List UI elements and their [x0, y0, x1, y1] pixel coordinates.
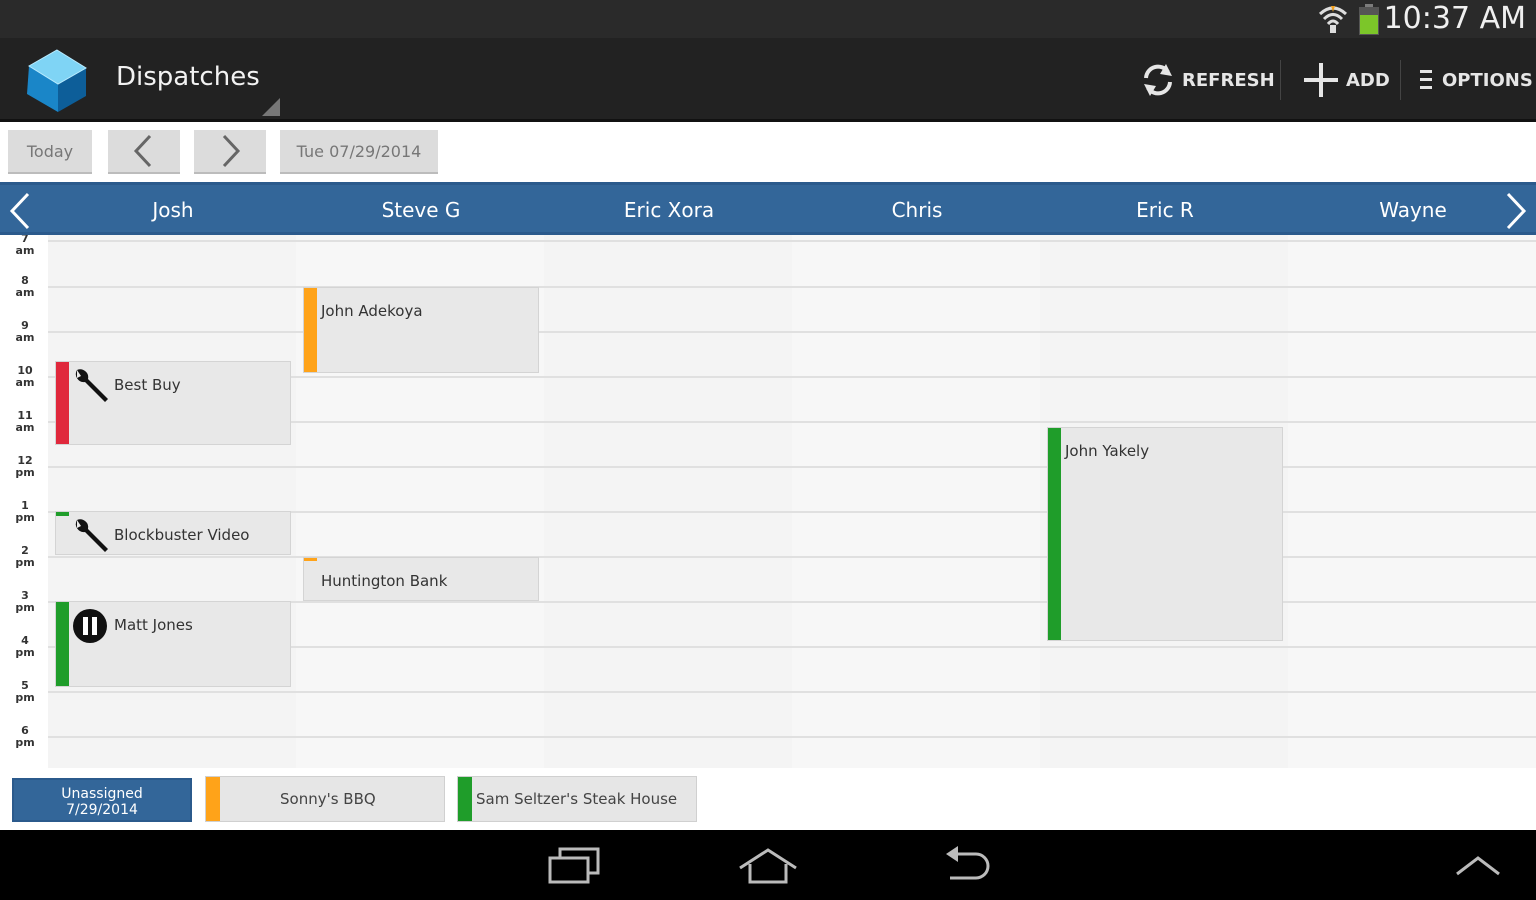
- column-josh[interactable]: [48, 235, 296, 768]
- appointment-huntington-bank[interactable]: Huntington Bank: [303, 557, 539, 601]
- appointment-label: Blockbuster Video: [114, 526, 250, 544]
- time-label: 3 pm: [15, 589, 35, 614]
- status-bar-orange: [304, 558, 317, 561]
- divider: [1280, 60, 1281, 100]
- unassigned-label: Unassigned: [61, 786, 143, 802]
- refresh-button[interactable]: REFRESH: [1140, 56, 1275, 104]
- unassigned-bar: Unassigned 7/29/2014 Sonny's BBQ Sam Sel…: [0, 768, 1536, 830]
- menu-icon: [1420, 70, 1432, 89]
- refresh-label: REFRESH: [1182, 69, 1275, 91]
- status-bar-orange: [206, 777, 220, 821]
- add-label: ADD: [1346, 69, 1390, 91]
- clock: 10:37 AM: [1383, 1, 1526, 36]
- recent-apps-icon: [548, 847, 600, 884]
- unassigned-item-label: Sonny's BBQ: [280, 790, 376, 808]
- hour-line: [48, 736, 1536, 738]
- status-bar-orange: [304, 288, 317, 372]
- time-label: 2 pm: [15, 544, 35, 569]
- time-label: 6 pm: [15, 724, 35, 749]
- appointment-label: Best Buy: [114, 376, 181, 394]
- appointment-john-yakely[interactable]: John Yakely: [1047, 427, 1283, 641]
- plus-icon: [1304, 63, 1338, 97]
- chevron-left-icon: [133, 134, 152, 168]
- time-label: 12 pm: [15, 454, 35, 479]
- time-label: 4 pm: [15, 634, 35, 659]
- status-bar-green: [56, 512, 69, 516]
- hour-line: [48, 691, 1536, 693]
- appointment-label: John Yakely: [1065, 442, 1150, 460]
- time-label: 5 pm: [15, 679, 35, 704]
- appointment-label: Matt Jones: [114, 616, 193, 634]
- appointment-blockbuster-video[interactable]: Blockbuster Video: [55, 511, 291, 555]
- pause-icon: [73, 609, 107, 643]
- appointment-matt-jones[interactable]: Matt Jones: [55, 601, 291, 687]
- time-label: 11 am: [15, 409, 35, 434]
- scroll-right-icon[interactable]: [1502, 191, 1530, 231]
- status-bar-green: [56, 602, 69, 686]
- tech-header-josh[interactable]: Josh: [48, 185, 298, 235]
- today-button[interactable]: Today: [8, 130, 92, 174]
- tech-header-eric-r[interactable]: Eric R: [1040, 185, 1290, 235]
- status-bar: 10:37 AM: [0, 0, 1536, 38]
- status-bar-green: [458, 777, 472, 821]
- back-icon: [946, 846, 990, 880]
- recent-apps-button[interactable]: [534, 840, 614, 892]
- column-chris[interactable]: [792, 235, 1040, 768]
- options-label: OPTIONS: [1442, 69, 1533, 91]
- add-button[interactable]: ADD: [1302, 56, 1390, 104]
- divider: [1400, 60, 1401, 100]
- scroll-left-icon[interactable]: [6, 191, 34, 231]
- home-icon: [739, 848, 797, 884]
- time-label: 1 pm: [15, 499, 35, 524]
- unassigned-date: 7/29/2014: [66, 802, 138, 818]
- refresh-icon: [1144, 64, 1172, 96]
- column-eric-xora[interactable]: [544, 235, 792, 768]
- unassigned-item-sonnys-bbq[interactable]: Sonny's BBQ: [205, 776, 445, 822]
- column-wayne[interactable]: [1288, 235, 1536, 768]
- unassigned-item-sam-seltzers[interactable]: Sam Seltzer's Steak House: [457, 776, 697, 822]
- tech-header-wayne[interactable]: Wayne: [1288, 185, 1536, 235]
- schedule-grid[interactable]: 7 am 8 am 9 am 10 am 11 am 12 pm 1 pm 2 pm 3 pm 4…: [0, 235, 1536, 768]
- tech-header-chris[interactable]: Chris: [792, 185, 1042, 235]
- app-logo-icon[interactable]: [22, 44, 92, 116]
- chevron-right-icon: [222, 134, 241, 168]
- title-dropdown-indicator: [262, 98, 280, 116]
- hour-line: [48, 556, 1536, 558]
- hour-line: [48, 331, 1536, 333]
- battery-icon: [1359, 4, 1379, 35]
- wrench-icon: [75, 519, 108, 552]
- page-title[interactable]: Dispatches: [116, 62, 260, 92]
- status-bar-red: [56, 362, 69, 444]
- appointment-john-adekoya[interactable]: John Adekoya: [303, 287, 539, 373]
- wifi-icon: [1318, 6, 1348, 33]
- previous-day-button[interactable]: [108, 130, 180, 174]
- wrench-icon: [75, 369, 108, 402]
- tech-header-steve-g[interactable]: Steve G: [296, 185, 546, 235]
- home-button[interactable]: [728, 840, 808, 892]
- unassigned-item-label: Sam Seltzer's Steak House: [476, 790, 678, 808]
- options-button[interactable]: OPTIONS: [1416, 56, 1533, 104]
- tech-header-eric-xora[interactable]: Eric Xora: [544, 185, 794, 235]
- system-nav-bar: [0, 830, 1536, 900]
- hour-line: [48, 286, 1536, 288]
- date-picker-button[interactable]: Tue 07/29/2014: [280, 130, 438, 174]
- appointment-label: John Adekoya: [321, 302, 423, 320]
- appointment-best-buy[interactable]: Best Buy: [55, 361, 291, 445]
- time-label: 10 am: [15, 364, 35, 389]
- unassigned-date-button[interactable]: Unassigned 7/29/2014: [12, 778, 192, 822]
- menu-up-button[interactable]: [1438, 840, 1518, 892]
- appointment-label: Huntington Bank: [321, 572, 448, 590]
- date-toolbar: Today Tue 07/29/2014: [0, 122, 1536, 182]
- back-button[interactable]: [924, 840, 1004, 892]
- time-label: 8 am: [15, 274, 35, 299]
- technician-header: Josh Steve G Eric Xora Chris Eric R Wayn…: [0, 182, 1536, 235]
- time-label: 7 am: [15, 235, 35, 257]
- time-label: 9 am: [15, 319, 35, 344]
- hour-line: [48, 466, 1536, 468]
- hour-line: [48, 240, 1536, 242]
- status-bar-green: [1048, 428, 1061, 640]
- next-day-button[interactable]: [194, 130, 266, 174]
- chevron-up-icon: [1456, 856, 1500, 876]
- action-bar: Dispatches REFRESH ADD OPTIONS: [0, 38, 1536, 122]
